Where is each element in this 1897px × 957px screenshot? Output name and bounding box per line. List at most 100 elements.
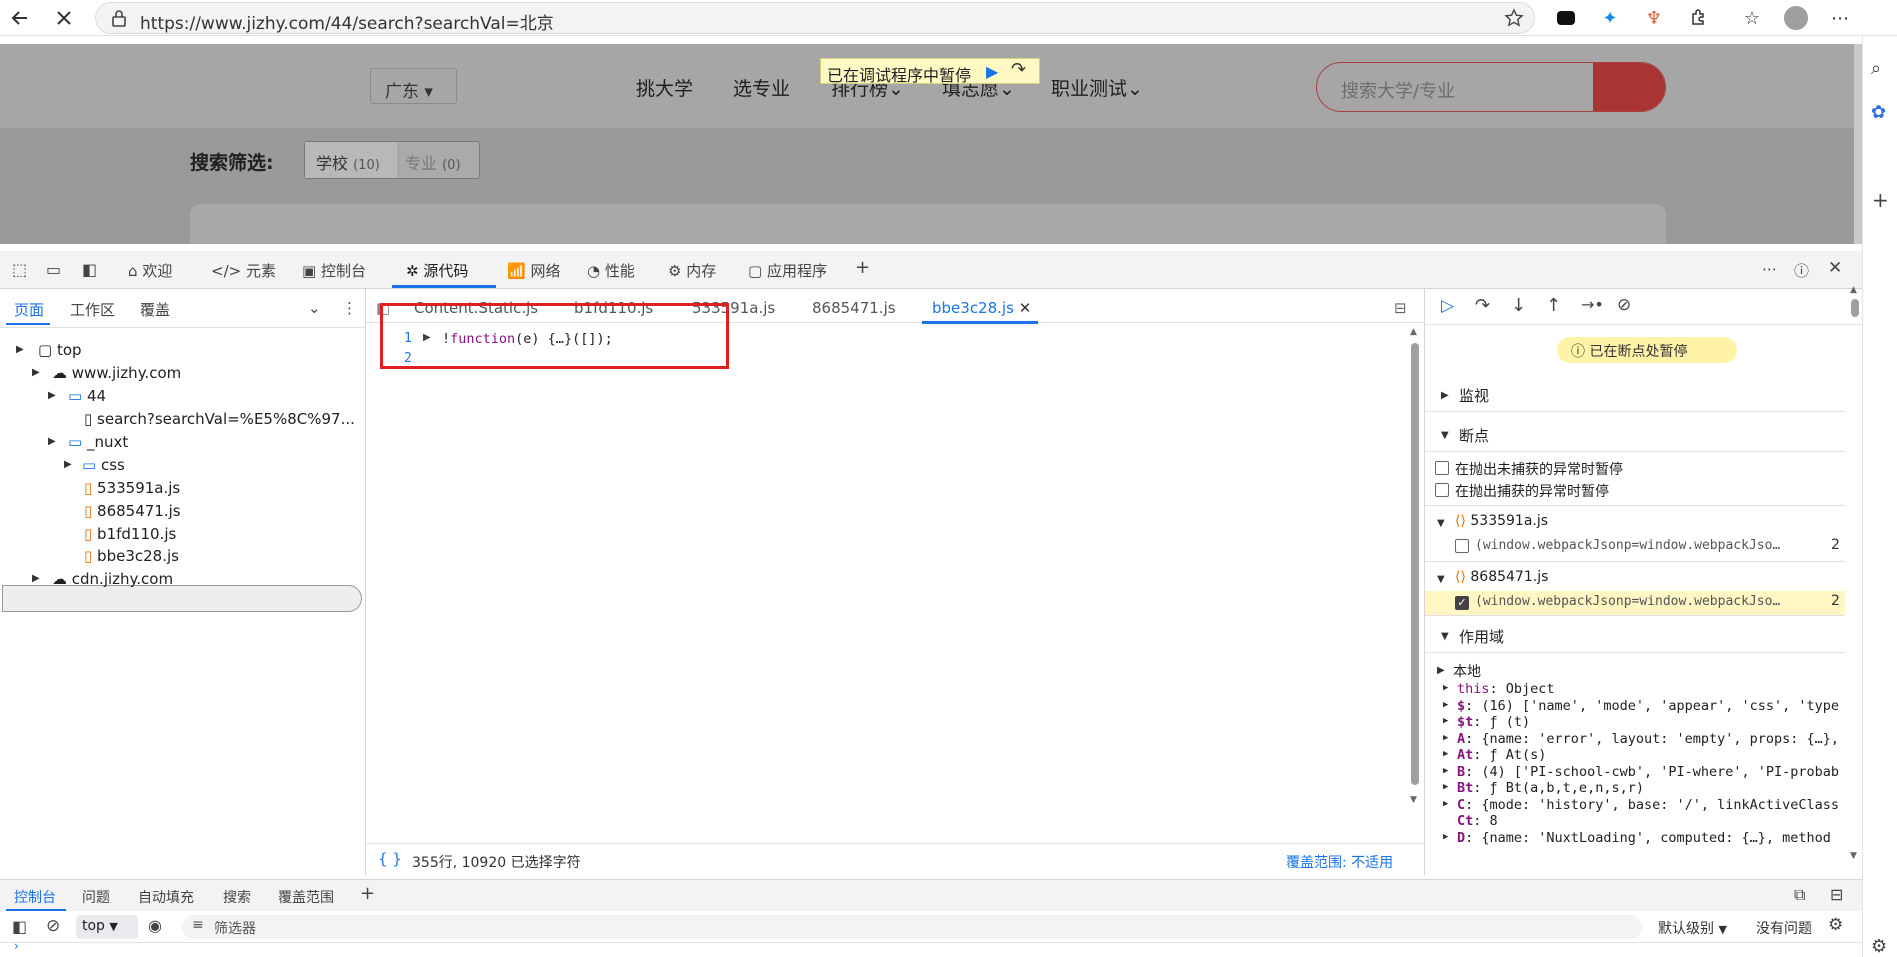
stop-loading-icon[interactable] [50,4,78,32]
nav-tab-workspace[interactable]: 工作区 [70,299,115,320]
scope-variable-row[interactable]: Ct: 8 [1457,813,1498,829]
editor-scrollbar[interactable]: ▲ ▼ [1410,327,1420,807]
expand-arrow-icon[interactable]: ▶ [64,459,72,470]
pause-caught-checkbox[interactable] [1435,483,1449,497]
help-icon[interactable]: ⓘ [1794,260,1809,281]
expand-arrow-icon[interactable]: ▶ [1443,700,1448,710]
drawer-tab-search[interactable]: 搜索 [223,887,251,907]
context-selector[interactable]: top ▼ [76,915,138,939]
file-tab-8685471[interactable]: 8685471.js [812,299,896,317]
filter-major-tab[interactable]: 专业 (0) [405,150,461,174]
debugger-scrollbar[interactable]: ▲ ▼ [1849,285,1861,861]
breakpoint-code[interactable]: (window.webpackJsonp=window.webpackJso… [1475,538,1780,553]
resume-icon[interactable]: ▷ [1441,296,1454,316]
add-drawer-tab-icon[interactable]: + [360,883,375,904]
expand-arrow-icon[interactable]: ▶ [48,390,56,401]
expand-arrow-icon[interactable]: ▶ [1443,749,1448,759]
tree-file-b1fd110[interactable]: ▯ b1fd110.js [84,525,176,543]
tree-file-bbe3c28[interactable]: ▯ bbe3c28.js [84,547,179,565]
add-tab-icon[interactable]: + [855,257,870,278]
nav-choose-major[interactable]: 选专业 [733,74,790,101]
address-bar[interactable]: https://www.jizhy.com/44/search?searchVa… [95,2,1535,34]
expand-arrow-icon[interactable]: ▶ [1443,716,1448,726]
drawer-tab-autofill[interactable]: 自动填充 [138,887,194,907]
log-level-select[interactable]: 默认级别 ▼ [1658,918,1727,938]
breakpoint-file-8685471[interactable]: ⟨⟩ 8685471.js [1455,569,1548,585]
expand-arrow-icon[interactable]: ▶ [32,367,40,378]
favorites-icon[interactable]: ☆ [1738,4,1766,32]
tree-folder-44[interactable]: ▭ 44 [68,387,106,405]
site-info-icon[interactable] [110,9,128,31]
tree-search-file[interactable]: ▯ search?searchVal=%E5%8C%97... [84,410,355,428]
drawer-tab-coverage[interactable]: 覆盖范围 [278,887,334,907]
tab-application[interactable]: ▢ 应用程序 [748,260,827,281]
breakpoint-file-533591a[interactable]: ⟨⟩ 533591a.js [1455,513,1548,529]
tree-folder-nuxt[interactable]: ▭ _nuxt [68,433,128,451]
more-tools-icon[interactable]: ⋯ [1762,260,1777,278]
tab-console[interactable]: ▣ 控制台 [302,260,366,281]
step-over-icon[interactable]: ↷ [1011,59,1026,80]
scope-local[interactable]: 本地 [1453,661,1481,681]
deactivate-breakpoints-icon[interactable]: ⊘ [1617,295,1631,315]
toggle-debugger-icon[interactable]: ⊟ [1394,299,1407,317]
extension-icon[interactable] [1552,4,1580,32]
file-tab-bbe3c28[interactable]: bbe3c28.js ✕ [932,299,1031,317]
tab-network[interactable]: 📶 网络 [507,260,560,281]
copilot-icon[interactable]: ✿ [1871,102,1886,123]
tree-domain-jizhy[interactable]: ☁ www.jizhy.com [52,364,181,382]
step-icon[interactable]: →• [1581,295,1604,314]
drawer-tab-issues[interactable]: 问题 [82,887,110,907]
sidebar-settings-icon[interactable]: ⚙ [1871,936,1887,957]
console-filter-input[interactable]: ≡ 筛选器 [182,915,1642,939]
section-breakpoints[interactable]: 断点 [1459,425,1489,446]
pause-uncaught-checkbox[interactable] [1435,461,1449,475]
scroll-down-icon[interactable]: ▼ [1410,795,1417,805]
collapse-arrow-icon[interactable]: ▼ [1437,518,1445,529]
back-icon[interactable] [6,4,34,32]
step-into-icon[interactable]: ↓ [1511,295,1526,316]
collapse-arrow-icon[interactable]: ▼ [1441,430,1449,441]
scroll-up-icon[interactable]: ▲ [1850,285,1857,295]
issues-count[interactable]: 没有问题 [1756,918,1812,938]
console-prompt[interactable]: › [0,939,1862,957]
scroll-down-icon[interactable]: ▼ [1850,851,1857,861]
expand-arrow-icon[interactable]: ▶ [1441,390,1449,401]
scrollbar-thumb[interactable] [1411,343,1419,785]
province-select[interactable]: 广东 ▾ [370,68,457,104]
collapse-drawer-icon[interactable]: ⊟ [1830,885,1843,904]
nav-career-test[interactable]: 职业测试⌄ [1051,74,1143,101]
scrollbar-thumb[interactable] [1851,299,1859,317]
scope-variable-row[interactable]: ▶ this: Object [1443,681,1555,697]
expand-arrow-icon[interactable]: ▶ [1443,799,1448,809]
favorite-star-icon[interactable] [1504,8,1524,32]
pretty-print-icon[interactable]: { } [378,850,402,868]
filter-school-tab[interactable]: 学校 (10) [305,142,397,178]
section-scope[interactable]: 作用域 [1459,626,1504,647]
scope-variable-row[interactable]: ▶ C: {mode: 'history', base: '/', linkAct… [1443,797,1839,813]
expand-arrow-icon[interactable]: ▶ [16,344,24,355]
scope-variable-row[interactable]: ▶ $t: ƒ (t) [1443,714,1530,730]
expand-arrow-icon[interactable]: ▶ [32,573,40,584]
tree-file-533591a[interactable]: ▯ 533591a.js [84,479,180,497]
live-expression-eye-icon[interactable]: ◉ [148,916,162,935]
kebab-menu-icon[interactable]: ⋮ [342,299,357,317]
section-watch[interactable]: 监视 [1459,385,1489,406]
close-devtools-icon[interactable]: ✕ [1828,258,1842,278]
collapse-arrow-icon[interactable]: ▼ [1437,574,1445,585]
butterfly-extension-icon[interactable]: ✦ [1596,4,1624,32]
tree-top[interactable]: ▢ top [38,341,82,359]
extensions-puzzle-icon[interactable] [1684,4,1712,32]
breakpoint-checkbox-checked[interactable]: ✓ [1455,596,1469,610]
tab-memory[interactable]: ⚙ 内存 [668,260,716,281]
tab-sources[interactable]: ✲ 源代码 [406,260,468,281]
console-sidebar-icon[interactable]: ◧ [12,917,27,936]
tree-file-8685471[interactable]: ▯ 8685471.js [84,502,181,520]
step-out-icon[interactable]: ↑ [1546,295,1561,316]
nav-choose-university[interactable]: 挑大学 [636,74,693,101]
tree-domain-cdn[interactable]: ☁ cdn.jizhy.com [52,570,173,588]
more-menu-icon[interactable]: ⋯ [1826,4,1854,32]
step-over-icon[interactable]: ↷ [1475,295,1490,316]
dock-side-icon[interactable]: ◧ [82,260,97,279]
expand-arrow-icon[interactable]: ▶ [48,436,56,447]
inspect-element-icon[interactable]: ⬚ [12,260,27,279]
